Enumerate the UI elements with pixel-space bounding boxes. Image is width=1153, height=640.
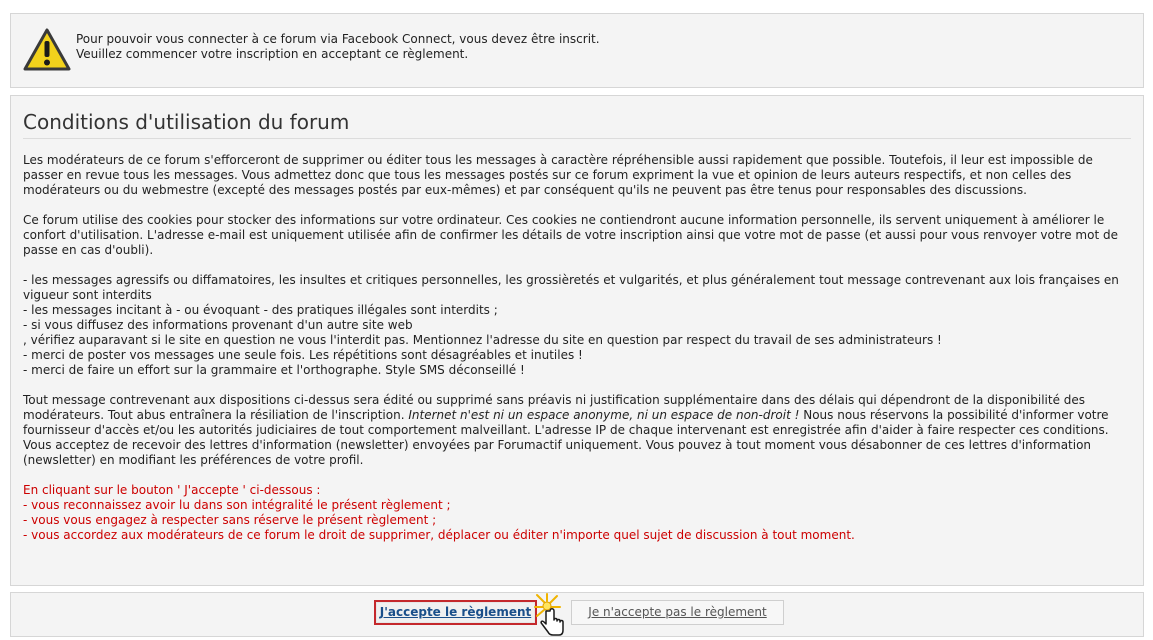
terms-paragraph-moderation: Les modérateurs de ce forum s'efforceron…	[23, 153, 1093, 197]
notice-line-1: Pour pouvoir vous connecter à ce forum v…	[76, 32, 600, 46]
terms-paragraph-sanctions: Tout message contrevenant aux dispositio…	[23, 393, 1133, 438]
rule-item: - si vous diffusez des informations prov…	[23, 318, 413, 332]
terms-rules-list: - les messages agressifs ou diffamatoire…	[23, 273, 1133, 378]
facebook-connect-notice: Pour pouvoir vous connecter à ce forum v…	[10, 13, 1144, 88]
rule-item: - les messages agressifs ou diffamatoire…	[23, 273, 1119, 302]
terms-paragraph-cookies: Ce forum utilise des cookies pour stocke…	[23, 213, 1118, 257]
acceptance-line: - vous reconnaissez avoir lu dans son in…	[23, 498, 451, 512]
acceptance-line: - vous vous engagez à respecter sans rés…	[23, 513, 437, 527]
terms-paragraph-newsletter: Vous acceptez de recevoir des lettres d'…	[23, 438, 1092, 467]
warning-icon	[23, 28, 71, 71]
terms-acceptance-notice: En cliquant sur le bouton ' J'accepte ' …	[23, 483, 1133, 543]
accept-button[interactable]: J'accepte le règlement	[374, 600, 537, 625]
sanctions-italic: Internet n'est ni un espace anonyme, ni …	[408, 408, 800, 422]
hand-pointer-icon	[534, 593, 564, 636]
notice-text: Pour pouvoir vous connecter à ce forum v…	[76, 32, 600, 62]
rule-item: - les messages incitant à - ou évoquant …	[23, 303, 498, 317]
reject-button[interactable]: Je n'accepte pas le règlement	[571, 600, 784, 625]
terms-title: Conditions d'utilisation du forum	[23, 109, 1131, 139]
rule-item: - merci de poster vos messages une seule…	[23, 348, 583, 362]
terms-actions: J'accepte le règlement Je n'accepte pas …	[10, 592, 1144, 637]
acceptance-line: - vous accordez aux modérateurs de ce fo…	[23, 528, 855, 542]
terms-body: Les modérateurs de ce forum s'efforceron…	[23, 153, 1133, 558]
rule-item: - merci de faire un effort sur la gramma…	[23, 363, 525, 377]
acceptance-line: En cliquant sur le bouton ' J'accepte ' …	[23, 483, 321, 497]
rule-item: , vérifiez auparavant si le site en ques…	[23, 333, 942, 347]
notice-line-2: Veuillez commencer votre inscription en …	[76, 47, 469, 61]
terms-panel: Conditions d'utilisation du forum Les mo…	[10, 95, 1144, 586]
